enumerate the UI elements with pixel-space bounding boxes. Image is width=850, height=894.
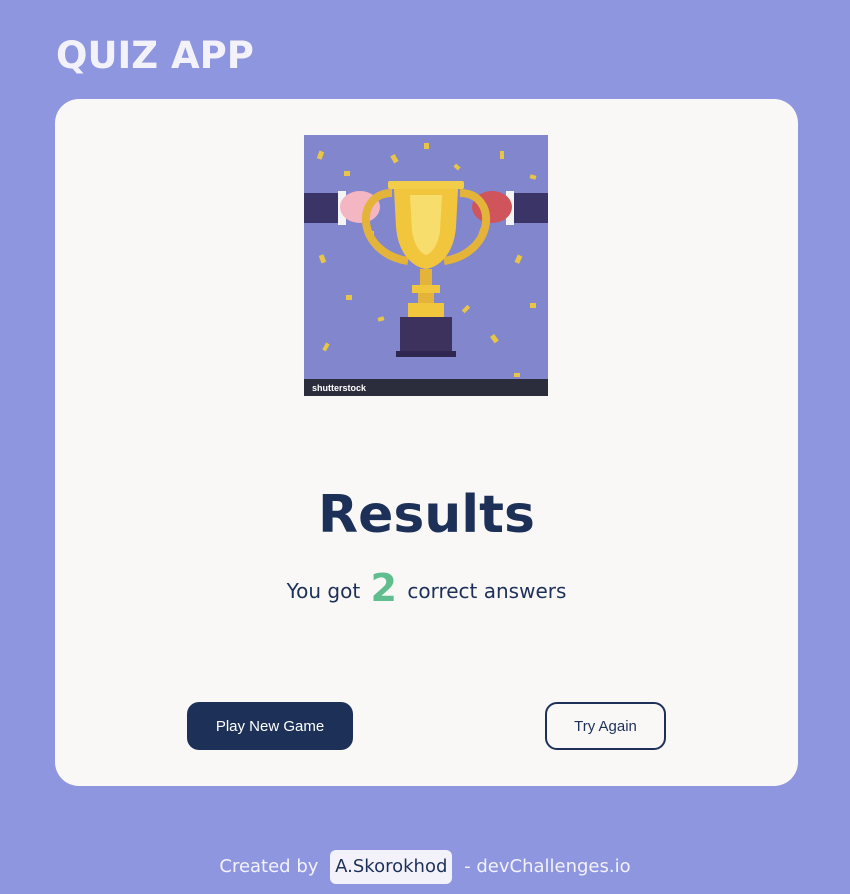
- score-line: You got 2 correct answers: [55, 566, 798, 610]
- footer-prefix: Created by: [219, 856, 319, 877]
- score-count: 2: [370, 566, 397, 610]
- watermark-label: shutterstock: [312, 383, 367, 393]
- try-again-button[interactable]: Try Again: [545, 702, 666, 750]
- author-link[interactable]: A.Skorokhod: [330, 850, 453, 884]
- play-new-game-button[interactable]: Play New Game: [187, 702, 353, 750]
- app-title: QUIZ APP: [56, 34, 254, 77]
- trophy-icon: shutterstock: [304, 135, 548, 396]
- score-prefix: You got: [286, 579, 361, 603]
- results-card: shutterstock Results You got 2 correct a…: [55, 99, 798, 786]
- results-title: Results: [318, 485, 535, 545]
- footer: Created by A.Skorokhod - devChallenges.i…: [0, 850, 850, 884]
- footer-suffix: - devChallenges.io: [464, 856, 631, 877]
- score-suffix: correct answers: [407, 579, 567, 603]
